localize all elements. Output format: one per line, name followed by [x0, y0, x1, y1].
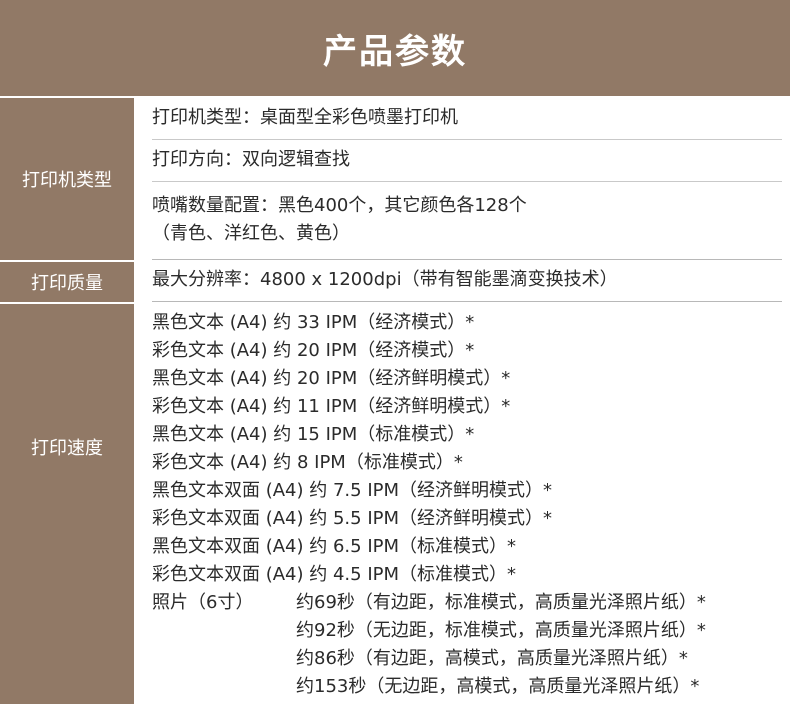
spec-row-printer-type: 打印机类型 打印机类型：桌面型全彩色喷墨打印机 打印方向：双向逻辑查找 喷嘴数量…: [0, 98, 790, 260]
photo-speed-value: 约86秒（有边距，高模式，高质量光泽照片纸）*: [296, 648, 688, 669]
page-title: 产品参数: [323, 31, 467, 72]
speed-line: 黑色文本 (A4) 约 20 IPM（经济鲜明模式）*: [152, 368, 511, 389]
photo-indent: [152, 673, 296, 701]
spec-table: 打印机类型 打印机类型：桌面型全彩色喷墨打印机 打印方向：双向逻辑查找 喷嘴数量…: [0, 98, 790, 704]
spec-values-print-speed: 黑色文本 (A4) 约 33 IPM（经济模式）* 彩色文本 (A4) 约 20…: [134, 302, 790, 704]
photo-speed-value: 约153秒（无边距，高模式，高质量光泽照片纸）*: [296, 676, 700, 697]
photo-speed-value: 约92秒（无边距，标准模式，高质量光泽照片纸）*: [296, 620, 706, 641]
photo-indent: [152, 645, 296, 673]
speed-line: 黑色文本 (A4) 约 15 IPM（标准模式）*: [152, 424, 475, 445]
speed-line: 彩色文本 (A4) 约 8 IPM（标准模式）*: [152, 452, 463, 473]
photo-speed-line: 约153秒（无边距，高模式，高质量光泽照片纸）*: [152, 673, 782, 701]
nozzle-config-line-2: （青色、洋红色、黄色）: [152, 223, 350, 244]
product-spec-page: 产品参数 打印机类型 打印机类型：桌面型全彩色喷墨打印机 打印方向：双向逻辑查找…: [0, 0, 790, 704]
speed-line: 彩色文本 (A4) 约 11 IPM（经济鲜明模式）*: [152, 396, 511, 417]
spec-value-max-resolution: 最大分辨率：4800 x 1200dpi（带有智能墨滴变换技术）: [152, 260, 782, 302]
photo-speed-line: 约86秒（有边距，高模式，高质量光泽照片纸）*: [152, 645, 782, 673]
print-speed-list: 黑色文本 (A4) 约 33 IPM（经济模式）* 彩色文本 (A4) 约 20…: [152, 302, 782, 701]
spec-values-printer-type: 打印机类型：桌面型全彩色喷墨打印机 打印方向：双向逻辑查找 喷嘴数量配置：黑色4…: [134, 98, 790, 260]
photo-speed-line: 照片（6寸） 约69秒（有边距，标准模式，高质量光泽照片纸）*: [152, 589, 782, 617]
spec-row-print-quality: 打印质量 最大分辨率：4800 x 1200dpi（带有智能墨滴变换技术）: [0, 260, 790, 302]
spec-label-printer-type: 打印机类型: [0, 98, 134, 260]
spec-value-printer-type: 打印机类型：桌面型全彩色喷墨打印机: [152, 98, 782, 140]
speed-line: 彩色文本双面 (A4) 约 5.5 IPM（经济鲜明模式）*: [152, 508, 553, 529]
photo-indent: [152, 617, 296, 645]
photo-speed-value: 约69秒（有边距，标准模式，高质量光泽照片纸）*: [296, 592, 706, 613]
title-bar: 产品参数: [0, 0, 790, 96]
spec-label-print-quality: 打印质量: [0, 260, 134, 302]
photo-label: 照片（6寸）: [152, 592, 254, 613]
speed-line: 彩色文本 (A4) 约 20 IPM（经济模式）*: [152, 340, 475, 361]
spec-value-print-direction: 打印方向：双向逻辑查找: [152, 140, 782, 182]
spec-values-print-quality: 最大分辨率：4800 x 1200dpi（带有智能墨滴变换技术）: [134, 260, 790, 302]
spec-row-print-speed: 打印速度 黑色文本 (A4) 约 33 IPM（经济模式）* 彩色文本 (A4)…: [0, 302, 790, 704]
speed-line: 彩色文本双面 (A4) 约 4.5 IPM（标准模式）*: [152, 564, 517, 585]
speed-line: 黑色文本 (A4) 约 33 IPM（经济模式）*: [152, 312, 475, 333]
spec-label-print-speed: 打印速度: [0, 302, 134, 704]
speed-line: 黑色文本双面 (A4) 约 7.5 IPM（经济鲜明模式）*: [152, 480, 553, 501]
nozzle-config-line-1: 喷嘴数量配置：黑色400个，其它颜色各128个: [152, 195, 527, 216]
spec-value-nozzle-config: 喷嘴数量配置：黑色400个，其它颜色各128个 （青色、洋红色、黄色）: [152, 182, 782, 260]
photo-speed-line: 约92秒（无边距，标准模式，高质量光泽照片纸）*: [152, 617, 782, 645]
speed-line: 黑色文本双面 (A4) 约 6.5 IPM（标准模式）*: [152, 536, 517, 557]
